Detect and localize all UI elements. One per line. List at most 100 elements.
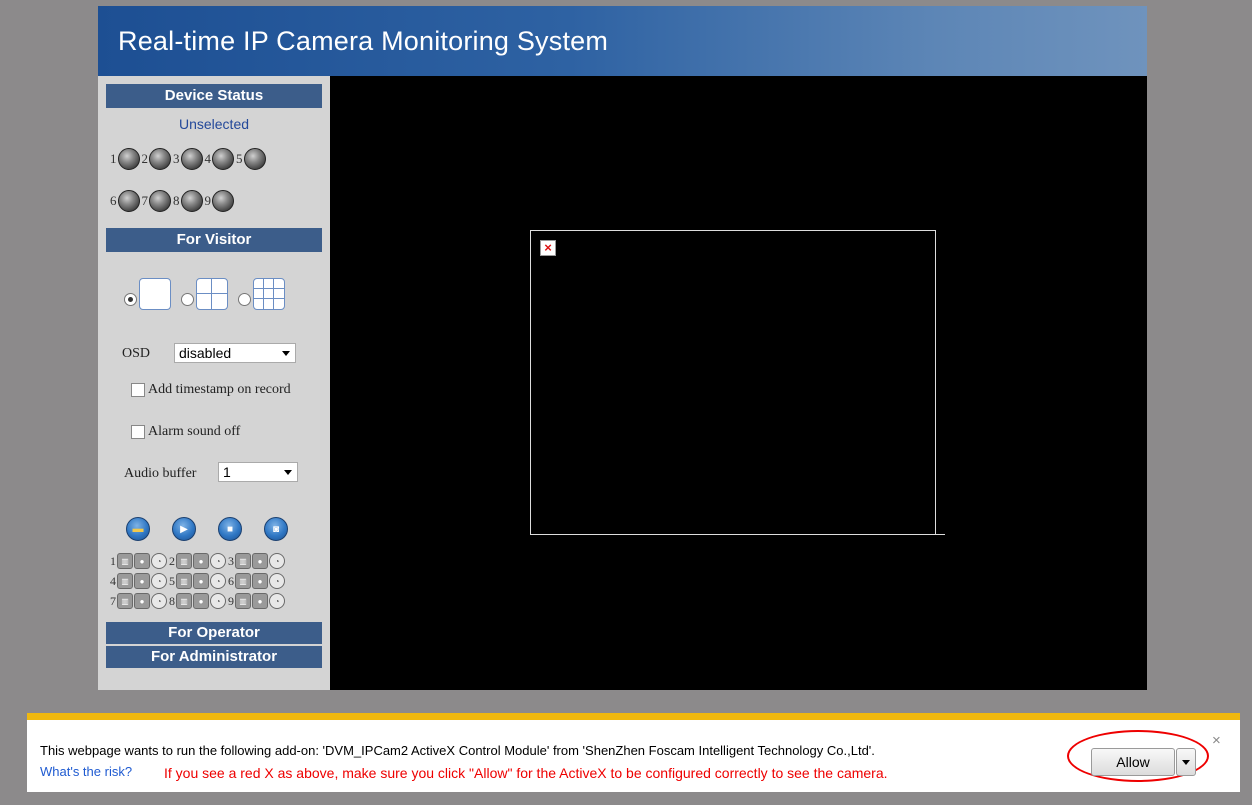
record-icon[interactable]: ▥ [235, 553, 251, 569]
record-icon[interactable]: ▥ [117, 593, 133, 609]
layout-1-radio[interactable] [124, 293, 137, 306]
talk-icon[interactable]: ● [134, 553, 150, 569]
channel-9[interactable]: 9 ▥ ● ◔ [228, 593, 286, 609]
timestamp-option[interactable]: Add timestamp on record [131, 382, 291, 398]
audio-icon[interactable]: ◔ [210, 573, 226, 589]
allow-button[interactable]: Allow [1091, 748, 1175, 776]
record-icon[interactable]: ▥ [117, 573, 133, 589]
playback-controls: ▬ ▶ ■ ◙ [126, 517, 310, 541]
channel-8[interactable]: 8 ▥ ● ◔ [169, 593, 227, 609]
alarm-checkbox[interactable] [131, 425, 145, 439]
audio-icon[interactable]: ◔ [151, 553, 167, 569]
alarm-option[interactable]: Alarm sound off [131, 424, 240, 440]
device-row-1: 1 2 3 4 5 [110, 146, 268, 172]
audio-icon[interactable]: ◔ [269, 553, 285, 569]
channel-5[interactable]: 5 ▥ ● ◔ [169, 573, 227, 589]
stop-icon[interactable]: ■ [218, 517, 242, 541]
record-icon[interactable]: ▥ [235, 593, 251, 609]
device-status-led-icon [180, 190, 203, 212]
addon-message: This webpage wants to run the following … [40, 743, 875, 758]
device-7[interactable]: 7 [142, 190, 171, 212]
app-header: Real-time IP Camera Monitoring System [98, 6, 1147, 76]
view-layout-selector [124, 278, 295, 310]
folder-icon[interactable]: ▬ [126, 517, 150, 541]
audio-buffer-label: Audio buffer [124, 466, 197, 481]
visitor-heading[interactable]: For Visitor [106, 228, 322, 253]
talk-icon[interactable]: ● [193, 573, 209, 589]
audio-buffer-select[interactable]: 1 [218, 462, 298, 482]
audio-icon[interactable]: ◔ [151, 573, 167, 589]
allow-options-dropdown[interactable] [1176, 748, 1196, 776]
channel-2[interactable]: 2 ▥ ● ◔ [169, 553, 227, 569]
device-8[interactable]: 8 [173, 190, 203, 212]
audio-icon[interactable]: ◔ [210, 553, 226, 569]
chevron-down-icon [284, 470, 292, 475]
device-status-led-icon [149, 148, 171, 170]
record-icon[interactable]: ▥ [117, 553, 133, 569]
channel-row-2: 4 ▥ ● ◔ 5 ▥ ● ◔ 6 ▥ ● ◔ [110, 572, 287, 590]
camera-app: Real-time IP Camera Monitoring System De… [98, 6, 1147, 690]
device-9[interactable]: 9 [205, 190, 234, 212]
device-status-led-icon [117, 190, 140, 212]
channel-7[interactable]: 7 ▥ ● ◔ [110, 593, 168, 609]
talk-icon[interactable]: ● [134, 573, 150, 589]
device-status-state: Unselected [178, 116, 250, 132]
channel-3[interactable]: 3 ▥ ● ◔ [228, 553, 286, 569]
device-1[interactable]: 1 [110, 148, 140, 170]
device-status-heading[interactable]: Device Status [106, 84, 322, 109]
video-viewport[interactable]: × [530, 230, 936, 535]
device-row-2: 6 7 8 9 [110, 188, 236, 214]
red-x-instruction: If you see a red X as above, make sure y… [164, 765, 888, 781]
talk-icon[interactable]: ● [252, 553, 268, 569]
device-3[interactable]: 3 [173, 148, 203, 170]
addon-notification-bar: This webpage wants to run the following … [27, 713, 1240, 792]
talk-icon[interactable]: ● [193, 553, 209, 569]
camera-icon[interactable]: ◙ [264, 517, 288, 541]
device-6[interactable]: 6 [110, 190, 140, 212]
timestamp-label: Add timestamp on record [148, 382, 291, 397]
sidebar: Device Status Unselected 1 2 3 4 5 6 7 8… [98, 76, 330, 690]
quad-view-icon [196, 278, 228, 310]
whats-the-risk-link[interactable]: What's the risk? [40, 764, 132, 779]
record-icon[interactable]: ▥ [176, 573, 192, 589]
play-icon[interactable]: ▶ [172, 517, 196, 541]
layout-4-radio[interactable] [181, 293, 194, 306]
talk-icon[interactable]: ● [193, 593, 209, 609]
device-status-led-icon [180, 148, 203, 170]
device-status-led-icon [243, 148, 266, 170]
device-status-led-icon [149, 190, 171, 212]
close-icon[interactable]: × [1212, 732, 1221, 749]
nine-view-icon [253, 278, 285, 310]
channel-row-1: 1 ▥ ● ◔ 2 ▥ ● ◔ 3 ▥ ● ◔ [110, 552, 287, 570]
audio-icon[interactable]: ◔ [269, 573, 285, 589]
channel-1[interactable]: 1 ▥ ● ◔ [110, 553, 168, 569]
alarm-label: Alarm sound off [148, 424, 241, 439]
device-2[interactable]: 2 [142, 148, 171, 170]
talk-icon[interactable]: ● [134, 593, 150, 609]
app-title: Real-time IP Camera Monitoring System [118, 26, 609, 56]
audio-icon[interactable]: ◔ [269, 593, 285, 609]
operator-heading[interactable]: For Operator [106, 622, 322, 645]
single-view-icon [139, 278, 171, 310]
chevron-down-icon [282, 351, 290, 356]
channel-6[interactable]: 6 ▥ ● ◔ [228, 573, 286, 589]
device-4[interactable]: 4 [205, 148, 234, 170]
record-icon[interactable]: ▥ [235, 573, 251, 589]
channel-4[interactable]: 4 ▥ ● ◔ [110, 573, 168, 589]
osd-select-value: disabled [179, 345, 232, 361]
audio-buffer-value: 1 [223, 464, 231, 480]
device-5[interactable]: 5 [236, 148, 266, 170]
audio-icon[interactable]: ◔ [210, 593, 226, 609]
osd-label: OSD [122, 346, 151, 361]
channel-row-3: 7 ▥ ● ◔ 8 ▥ ● ◔ 9 ▥ ● ◔ [110, 592, 287, 610]
talk-icon[interactable]: ● [252, 573, 268, 589]
record-icon[interactable]: ▥ [176, 553, 192, 569]
osd-select[interactable]: disabled [174, 343, 296, 363]
layout-9-radio[interactable] [238, 293, 251, 306]
talk-icon[interactable]: ● [252, 593, 268, 609]
device-status-led-icon [212, 190, 234, 212]
administrator-heading[interactable]: For Administrator [106, 646, 322, 669]
record-icon[interactable]: ▥ [176, 593, 192, 609]
audio-icon[interactable]: ◔ [151, 593, 167, 609]
timestamp-checkbox[interactable] [131, 383, 145, 397]
